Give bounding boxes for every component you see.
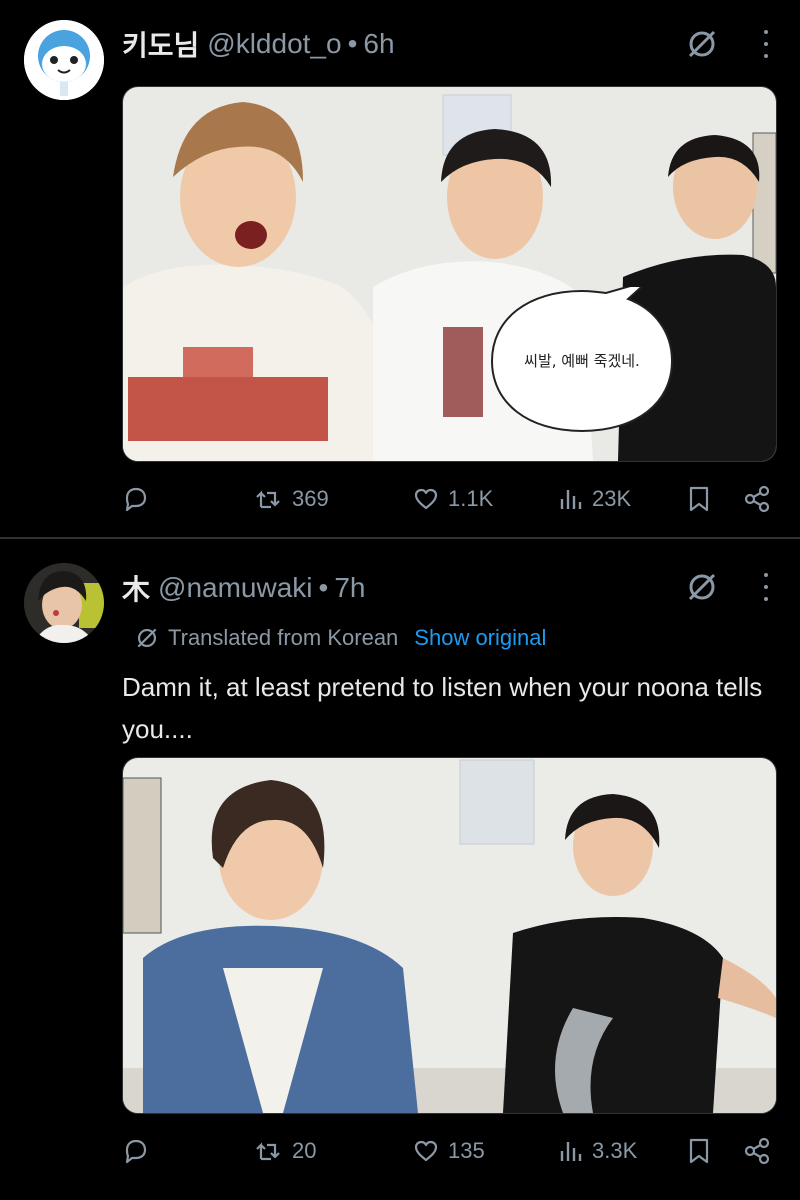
reply-icon	[125, 487, 147, 512]
share-icon	[744, 485, 770, 513]
more-icon[interactable]	[758, 569, 774, 605]
reply-button[interactable]	[122, 1131, 158, 1171]
repost-button[interactable]: 369	[254, 479, 329, 519]
view-count: 3.3K	[592, 1138, 638, 1163]
action-bar: 369 1.1K 23K	[122, 479, 772, 519]
view-count: 23K	[592, 486, 632, 511]
photo-illustration	[123, 758, 776, 1113]
separator-dot: •	[347, 28, 358, 59]
timeline-feed: 키도님 @klddot_o • 6h 씨발, 예뻐 죽겠네. 369 1.1K …	[0, 0, 800, 1200]
more-icon[interactable]	[758, 26, 774, 62]
user-handle[interactable]: @klddot_o	[207, 28, 341, 60]
bookmark-icon	[689, 1138, 709, 1164]
post-header: 키도님 @klddot_o • 6h	[122, 24, 395, 64]
grok-icon[interactable]	[684, 569, 720, 605]
views-button[interactable]: 3.3K	[556, 1131, 637, 1171]
post-image[interactable]	[122, 757, 777, 1114]
post-divider	[0, 537, 800, 539]
views-icon	[560, 490, 582, 509]
heart-icon	[414, 488, 438, 510]
avatar-image	[24, 563, 104, 643]
separator-dot: •	[318, 572, 329, 603]
translation-notice: Translated from Korean Show original	[134, 622, 546, 654]
reply-button[interactable]	[122, 479, 158, 519]
post-timestamp[interactable]: 7h	[334, 572, 365, 604]
bookmark-button[interactable]	[686, 479, 712, 519]
photo-illustration	[123, 87, 776, 461]
reply-icon	[125, 1139, 147, 1164]
repost-button[interactable]: 20	[254, 1131, 316, 1171]
display-name[interactable]: 키도님	[122, 24, 199, 64]
repost-count: 369	[292, 486, 329, 511]
like-count: 1.1K	[448, 486, 494, 511]
bookmark-button[interactable]	[686, 1131, 712, 1171]
views-button[interactable]: 23K	[556, 479, 631, 519]
speech-bubble-text: 씨발, 예뻐 죽겠네.	[524, 352, 640, 370]
post-header: 木 @namuwaki • 7h	[122, 568, 365, 608]
repost-count: 20	[292, 1138, 317, 1163]
repost-icon	[256, 1142, 280, 1161]
like-button[interactable]: 135	[412, 1131, 485, 1171]
translate-icon	[137, 628, 157, 648]
heart-icon	[414, 1140, 438, 1162]
share-button[interactable]	[742, 1131, 772, 1171]
share-icon	[744, 1137, 770, 1165]
post-timestamp[interactable]: 6h	[363, 28, 394, 60]
avatar[interactable]	[24, 563, 104, 643]
repost-icon	[256, 490, 280, 509]
post-image[interactable]: 씨발, 예뻐 죽겠네.	[122, 86, 777, 462]
grok-icon[interactable]	[684, 26, 720, 62]
translated-label: Translated from Korean	[168, 625, 399, 650]
like-count: 135	[448, 1138, 485, 1163]
share-button[interactable]	[742, 479, 772, 519]
post[interactable]: 키도님 @klddot_o • 6h 씨발, 예뻐 죽겠네. 369 1.1K …	[0, 0, 800, 537]
show-original-link[interactable]: Show original	[414, 625, 546, 651]
like-button[interactable]: 1.1K	[412, 479, 493, 519]
user-handle[interactable]: @namuwaki	[158, 572, 312, 604]
avatar[interactable]	[24, 20, 104, 100]
post-text: Damn it, at least pretend to listen when…	[122, 672, 763, 744]
bookmark-icon	[689, 486, 709, 512]
display-name[interactable]: 木	[122, 568, 150, 608]
post[interactable]: 木 @namuwaki • 7h Translated from Korean …	[0, 540, 800, 1200]
views-icon	[560, 1142, 582, 1161]
action-bar: 20 135 3.3K	[122, 1131, 772, 1171]
avatar-image	[24, 20, 104, 100]
